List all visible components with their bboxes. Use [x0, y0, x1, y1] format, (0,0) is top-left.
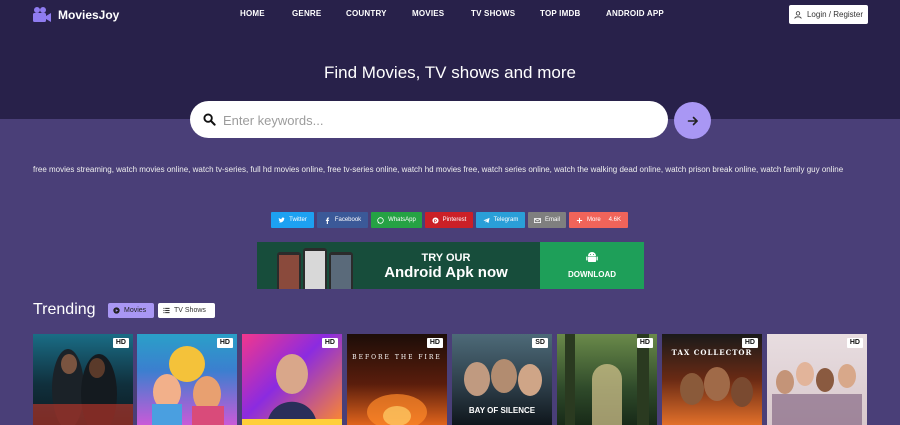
quality-badge: HD — [321, 338, 338, 348]
tab-movies[interactable]: Movies — [108, 303, 154, 318]
nav-country[interactable]: COUNTRY — [346, 9, 387, 18]
tab-tv-shows[interactable]: TV Shows — [158, 303, 215, 318]
poster-title-text: TAX COLLECTOR — [671, 348, 753, 357]
quality-badge: HD — [741, 338, 758, 348]
share-telegram-button[interactable]: Telegram — [476, 212, 525, 228]
twitter-icon — [278, 217, 286, 222]
site-header: MoviesJoy HOME GENRE COUNTRY MOVIES TV S… — [0, 0, 900, 30]
telegram-icon — [483, 217, 490, 223]
video-camera-icon — [33, 7, 51, 22]
banner-line2: Android Apk now — [384, 264, 508, 281]
poster-card[interactable]: BEFORE THE FIRE HD — [347, 334, 447, 425]
user-icon — [794, 10, 802, 19]
poster-card[interactable]: HD — [137, 334, 237, 425]
share-pinterest-button[interactable]: P Pinterest — [425, 212, 473, 228]
poster-card[interactable]: HD — [767, 334, 867, 425]
quality-badge: HD — [112, 338, 129, 348]
search-submit-button[interactable] — [674, 102, 711, 139]
hero-title: Find Movies, TV shows and more — [324, 63, 576, 82]
nav-movies[interactable]: MOVIES — [412, 9, 444, 18]
poster-title-text: BAY OF SILENCE — [468, 406, 536, 415]
share-facebook-button[interactable]: Facebook — [317, 212, 368, 228]
poster-card[interactable]: HD — [33, 334, 133, 425]
quality-badge: HD — [426, 338, 443, 348]
play-circle-icon — [113, 307, 120, 314]
nav-android-app[interactable]: ANDROID APP — [606, 9, 664, 18]
share-whatsapp-button[interactable]: WhatsApp — [371, 212, 422, 228]
poster-card[interactable]: TAX COLLECTOR HD — [662, 334, 762, 425]
pinterest-icon: P — [432, 216, 439, 224]
brand-name: MoviesJoy — [58, 8, 120, 22]
brand-logo[interactable]: MoviesJoy — [32, 6, 119, 24]
share-email-button[interactable]: Email — [528, 212, 566, 228]
plus-icon — [576, 217, 583, 223]
share-count: 4.6K — [608, 217, 621, 223]
quality-badge: SD — [532, 338, 548, 348]
poster-card[interactable]: BAY OF SILENCE SD — [452, 334, 552, 425]
search-box — [190, 101, 668, 138]
share-more-button[interactable]: More 4.6K — [569, 212, 628, 228]
nav-top-imdb[interactable]: TOP IMDB — [540, 9, 580, 18]
poster-card[interactable]: HD — [242, 334, 342, 425]
facebook-icon — [325, 216, 329, 224]
share-twitter-button[interactable]: Twitter — [271, 212, 314, 228]
search-input[interactable] — [223, 110, 653, 130]
banner-download-label: DOWNLOAD — [568, 270, 616, 279]
whatsapp-icon — [377, 216, 384, 224]
phones-image — [277, 248, 353, 289]
list-icon — [163, 307, 170, 314]
nav-genre[interactable]: GENRE — [292, 9, 321, 18]
quality-badge: HD — [846, 338, 863, 348]
email-icon — [534, 217, 541, 223]
seo-keywords: free movies streaming, watch movies onli… — [33, 165, 844, 174]
android-icon — [586, 252, 598, 262]
login-register-button[interactable]: Login / Register — [789, 5, 868, 24]
nav-home[interactable]: HOME — [240, 9, 265, 18]
main-nav: HOME GENRE COUNTRY MOVIES TV SHOWS TOP I… — [228, 9, 664, 18]
banner-line1: TRY OUR — [421, 252, 471, 264]
poster-card[interactable]: HD — [557, 334, 657, 425]
login-label: Login / Register — [806, 10, 864, 19]
quality-badge: HD — [216, 338, 233, 348]
quality-badge: HD — [636, 338, 653, 348]
nav-tv-shows[interactable]: TV SHOWS — [471, 9, 515, 18]
search-icon — [203, 113, 216, 126]
poster-title-text: BEFORE THE FIRE — [352, 354, 442, 361]
arrow-right-icon — [687, 116, 698, 125]
trending-heading: Trending — [33, 301, 96, 318]
